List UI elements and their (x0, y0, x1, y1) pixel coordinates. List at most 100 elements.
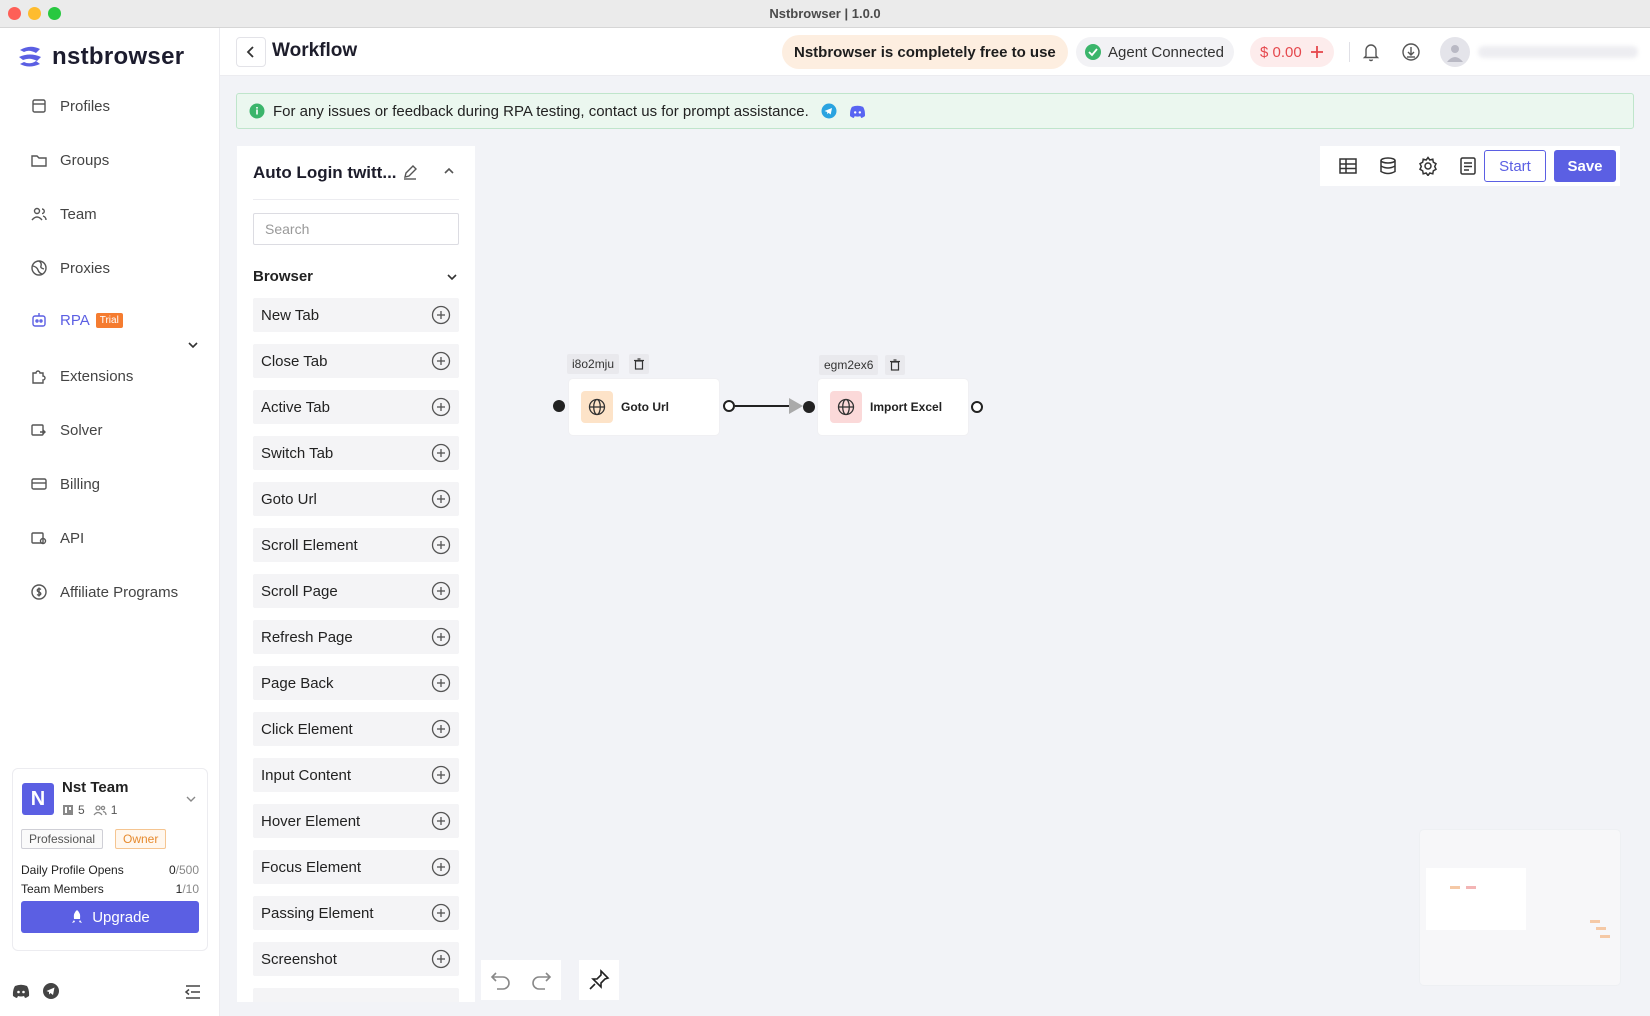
undo-icon[interactable] (490, 970, 512, 990)
node-item-scroll-page[interactable]: Scroll Page (253, 574, 459, 608)
chevron-down-icon[interactable] (186, 338, 200, 352)
add-circle-icon[interactable] (431, 627, 451, 647)
add-circle-icon[interactable] (431, 581, 451, 601)
start-button[interactable]: Start (1484, 150, 1546, 182)
brand-logo[interactable]: nstbrowser (16, 42, 184, 72)
node-item-click-element[interactable]: Click Element (253, 712, 459, 746)
input-port[interactable] (803, 401, 815, 413)
logs-button[interactable] (1448, 146, 1488, 186)
add-circle-icon[interactable] (431, 949, 451, 969)
add-circle-icon[interactable] (431, 903, 451, 923)
sidebar-item-groups[interactable]: Groups (30, 146, 109, 174)
node-item-label: Click Element (261, 720, 353, 738)
add-circle-icon[interactable] (431, 305, 451, 325)
category-header-browser[interactable]: Browser (253, 268, 459, 285)
node-item-refresh-page[interactable]: Refresh Page (253, 620, 459, 654)
sidebar-item-affiliate-programs[interactable]: Affiliate Programs (30, 578, 178, 606)
node-item-hover-element[interactable]: Hover Element (253, 804, 459, 838)
sidebar-item-label: Billing (60, 475, 101, 493)
discord-icon[interactable] (12, 984, 30, 998)
node-item-focus-element[interactable]: Focus Element (253, 850, 459, 884)
minimap-node (1466, 886, 1476, 889)
add-circle-icon[interactable] (431, 489, 451, 509)
node-id-tag[interactable]: egm2ex6 (819, 355, 879, 375)
info-icon (249, 103, 265, 119)
agent-status-pill[interactable]: Agent Connected (1076, 37, 1234, 67)
node-item-label: Scroll Page (261, 582, 338, 600)
sidebar-item-rpa[interactable]: RPA Trial (30, 306, 123, 334)
add-circle-icon[interactable] (431, 397, 451, 417)
redo-icon[interactable] (530, 970, 552, 990)
node-item-input-content[interactable]: Input Content (253, 758, 459, 792)
sidebar-item-proxies[interactable]: Proxies (30, 254, 110, 282)
team-switch-chevron-icon[interactable] (185, 793, 197, 805)
node-item-new-tab[interactable]: New Tab (253, 298, 459, 332)
chevron-left-icon (246, 46, 254, 58)
sidebar-item-solver[interactable]: Solver (30, 416, 103, 444)
download-button[interactable] (1400, 41, 1422, 63)
flow-node-goto-url[interactable]: Goto Url (569, 379, 719, 435)
upgrade-button[interactable]: Upgrade (21, 901, 199, 933)
sidebar-item-profiles[interactable]: Profiles (30, 92, 110, 120)
user-avatar[interactable] (1440, 37, 1470, 67)
node-item-active-tab[interactable]: Active Tab (253, 390, 459, 424)
sidebar-item-team[interactable]: Team (30, 200, 97, 228)
sidebar-item-billing[interactable]: Billing (30, 470, 100, 498)
user-name-redacted[interactable] (1478, 46, 1638, 58)
auto-layout-button[interactable] (579, 960, 619, 1000)
discord-icon[interactable] (849, 105, 866, 118)
add-circle-icon[interactable] (431, 857, 451, 877)
collapse-sidebar-icon[interactable] (184, 984, 202, 1000)
sidebar-item-extensions[interactable]: Extensions (30, 362, 133, 390)
node-item-truncated[interactable] (253, 988, 459, 1002)
output-port[interactable] (971, 401, 983, 413)
delete-node-button[interactable] (885, 355, 905, 375)
table-view-button[interactable] (1328, 146, 1368, 186)
input-port[interactable] (553, 400, 565, 412)
add-circle-icon[interactable] (431, 719, 451, 739)
add-circle-icon[interactable] (431, 765, 451, 785)
flow-node-import-excel[interactable]: Import Excel (818, 379, 968, 435)
node-item-screenshot[interactable]: Screenshot (253, 942, 459, 976)
back-button[interactable] (236, 37, 266, 67)
add-circle-icon[interactable] (431, 351, 451, 371)
team-card: N Nst Team 5 1 Professional Owner Daily … (12, 768, 208, 951)
delete-node-button[interactable] (629, 354, 649, 374)
canvas-minimap[interactable] (1420, 830, 1620, 985)
sidebar-item-api[interactable]: API (30, 524, 84, 552)
chevron-up-icon[interactable] (442, 164, 456, 178)
add-circle-icon[interactable] (431, 673, 451, 693)
database-button[interactable] (1368, 146, 1408, 186)
edit-icon[interactable] (402, 164, 418, 180)
save-button[interactable]: Save (1554, 150, 1616, 182)
node-id-tag[interactable]: i8o2mju (567, 354, 620, 374)
node-item-scroll-element[interactable]: Scroll Element (253, 528, 459, 562)
folder-icon (31, 155, 47, 167)
balance-pill[interactable]: $ 0.00 (1250, 37, 1334, 67)
node-item-page-back[interactable]: Page Back (253, 666, 459, 700)
node-item-switch-tab[interactable]: Switch Tab (253, 436, 459, 470)
card-icon (31, 478, 47, 490)
sidebar-item-label: Solver (60, 421, 103, 439)
node-search-input[interactable] (253, 213, 459, 245)
node-item-close-tab[interactable]: Close Tab (253, 344, 459, 378)
check-circle-icon (1085, 44, 1101, 60)
add-circle-icon[interactable] (431, 811, 451, 831)
minimap-viewport[interactable] (1426, 868, 1526, 930)
profiles-count: 5 (78, 803, 85, 817)
node-item-passing-element[interactable]: Passing Element (253, 896, 459, 930)
api-icon (31, 532, 47, 545)
settings-button[interactable] (1408, 146, 1448, 186)
add-circle-icon[interactable] (431, 443, 451, 463)
pin-icon (589, 969, 610, 990)
telegram-icon[interactable] (42, 982, 60, 1000)
plus-icon[interactable] (1310, 45, 1324, 59)
node-item-goto-url[interactable]: Goto Url (253, 482, 459, 516)
telegram-icon[interactable] (821, 103, 837, 119)
team-avatar: N (22, 783, 54, 815)
window-titlebar: Nstbrowser | 1.0.0 (0, 0, 1650, 28)
connection-edge[interactable] (735, 405, 791, 407)
add-circle-icon[interactable] (431, 535, 451, 555)
notifications-button[interactable] (1360, 41, 1382, 63)
output-port[interactable] (723, 400, 735, 412)
